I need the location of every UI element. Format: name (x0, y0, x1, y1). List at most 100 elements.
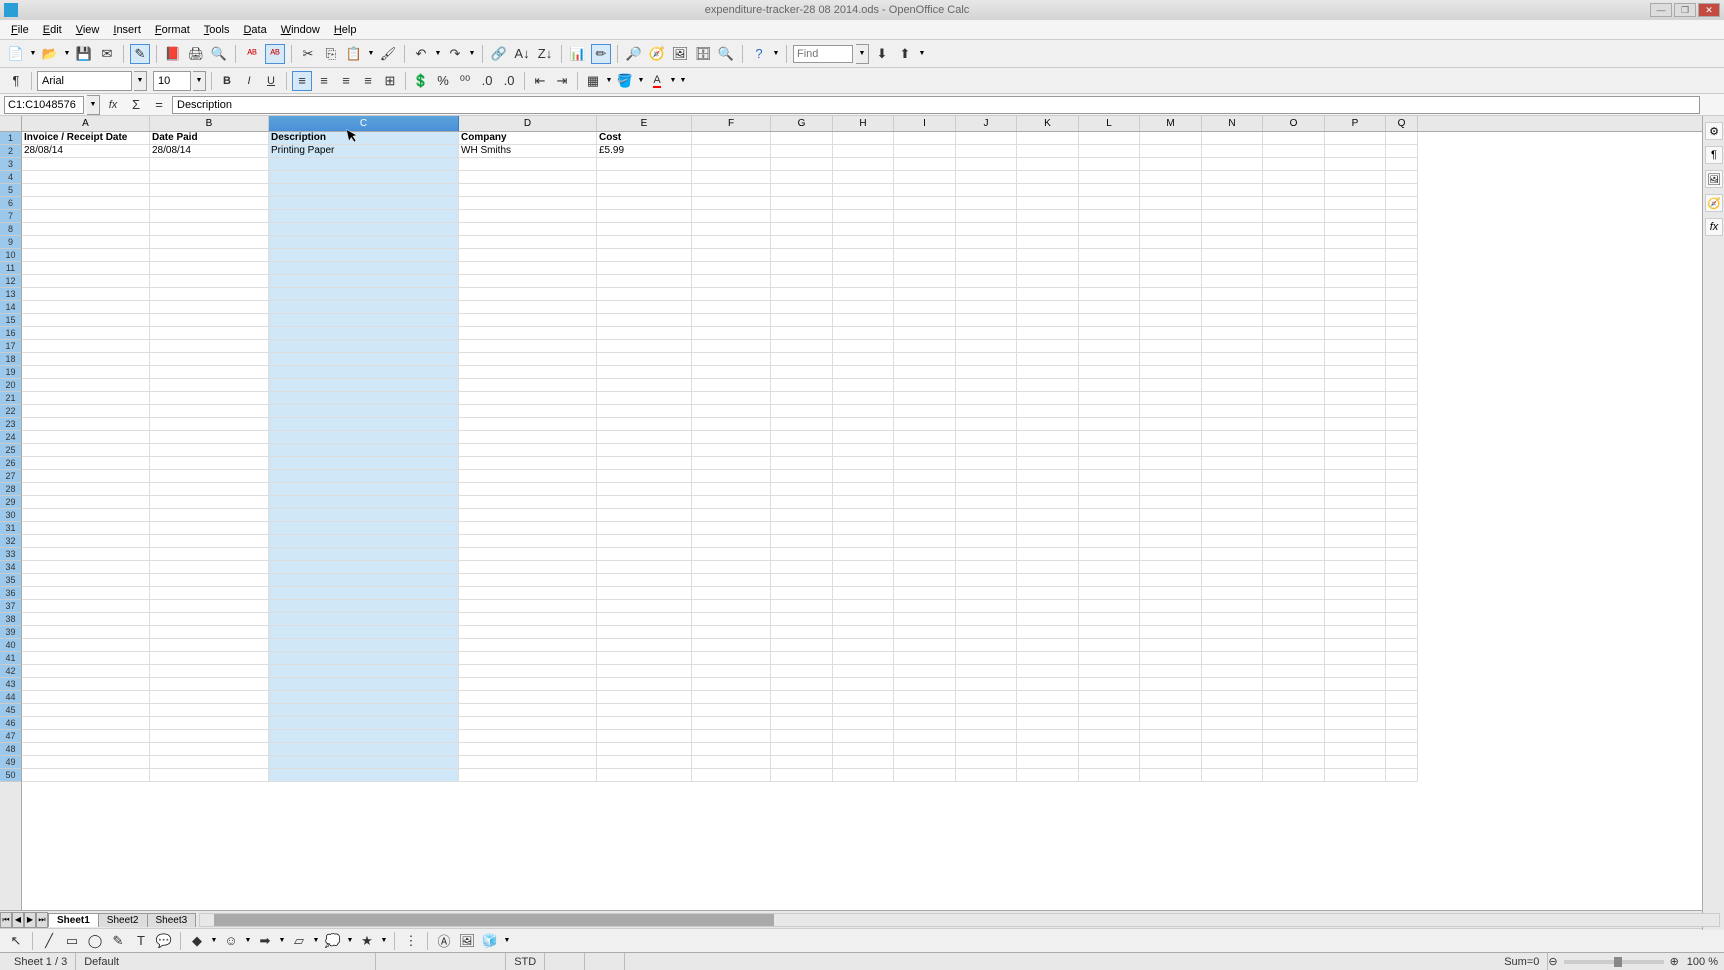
cell[interactable] (22, 717, 150, 730)
sum-indicator[interactable]: Sum=0 (1496, 953, 1548, 970)
cell[interactable] (1202, 587, 1263, 600)
cell[interactable] (1263, 210, 1325, 223)
cell[interactable] (833, 145, 894, 158)
cell[interactable] (1017, 496, 1079, 509)
cell[interactable] (894, 301, 956, 314)
block-arrows-button[interactable]: ➡ (255, 931, 275, 951)
cell[interactable] (269, 665, 459, 678)
cell[interactable] (1202, 327, 1263, 340)
cell[interactable] (1017, 366, 1079, 379)
cell[interactable] (1386, 535, 1418, 548)
row-header[interactable]: 23 (0, 418, 21, 431)
cell[interactable] (1079, 613, 1140, 626)
sidebar-styles-icon[interactable]: ¶ (1705, 146, 1723, 164)
cell[interactable] (1386, 262, 1418, 275)
row-header[interactable]: 44 (0, 691, 21, 704)
cell[interactable] (150, 288, 269, 301)
cell[interactable] (269, 691, 459, 704)
data-sources-button[interactable]: 🗄 (693, 44, 713, 64)
cell[interactable] (1017, 392, 1079, 405)
cell[interactable] (150, 522, 269, 535)
cell[interactable] (269, 743, 459, 756)
cell[interactable] (833, 262, 894, 275)
cell[interactable] (597, 665, 692, 678)
cell[interactable] (22, 678, 150, 691)
cell[interactable] (692, 587, 771, 600)
cell[interactable] (597, 275, 692, 288)
cell[interactable] (956, 184, 1017, 197)
row-header[interactable]: 16 (0, 327, 21, 340)
cell[interactable] (894, 236, 956, 249)
cell[interactable] (833, 158, 894, 171)
cell[interactable] (1386, 756, 1418, 769)
cell[interactable] (1325, 496, 1386, 509)
cell[interactable] (1386, 132, 1418, 145)
cell[interactable] (894, 665, 956, 678)
cell[interactable] (1263, 444, 1325, 457)
cell[interactable] (150, 496, 269, 509)
cell[interactable] (771, 574, 833, 587)
cell[interactable] (692, 600, 771, 613)
cell[interactable] (22, 249, 150, 262)
cell[interactable] (1386, 223, 1418, 236)
cell[interactable] (269, 158, 459, 171)
cell[interactable] (1263, 431, 1325, 444)
cell[interactable] (459, 730, 597, 743)
cell[interactable] (692, 171, 771, 184)
cell[interactable] (1140, 756, 1202, 769)
cell[interactable] (771, 717, 833, 730)
cell[interactable] (1017, 522, 1079, 535)
cell[interactable] (1202, 652, 1263, 665)
cell[interactable] (1079, 691, 1140, 704)
cell[interactable] (1202, 548, 1263, 561)
cell[interactable] (956, 288, 1017, 301)
save-button[interactable]: 💾 (74, 44, 94, 64)
cell[interactable] (1202, 756, 1263, 769)
cell[interactable] (1140, 587, 1202, 600)
menu-data[interactable]: Data (236, 22, 273, 38)
cell[interactable] (1140, 613, 1202, 626)
cell[interactable] (1140, 184, 1202, 197)
cell[interactable] (1079, 275, 1140, 288)
cell[interactable] (1386, 652, 1418, 665)
chart-button[interactable]: 📊 (568, 44, 588, 64)
cell[interactable] (1202, 509, 1263, 522)
cell[interactable] (833, 353, 894, 366)
cell[interactable] (692, 431, 771, 444)
column-header-P[interactable]: P (1325, 116, 1386, 131)
row-header[interactable]: 29 (0, 496, 21, 509)
row-header[interactable]: 21 (0, 392, 21, 405)
cell[interactable] (150, 301, 269, 314)
auto-spellcheck-button[interactable]: ᴬᴮ (265, 44, 285, 64)
cell[interactable] (833, 639, 894, 652)
cell[interactable] (1263, 535, 1325, 548)
cell[interactable] (1202, 249, 1263, 262)
cell[interactable] (597, 288, 692, 301)
cell[interactable] (1140, 210, 1202, 223)
cell[interactable] (1325, 158, 1386, 171)
cell[interactable] (1017, 340, 1079, 353)
cell[interactable] (597, 236, 692, 249)
cell[interactable] (1386, 366, 1418, 379)
cell[interactable] (22, 444, 150, 457)
cell[interactable] (956, 236, 1017, 249)
cell[interactable] (771, 210, 833, 223)
cell[interactable] (269, 717, 459, 730)
cell[interactable] (1325, 353, 1386, 366)
cell[interactable] (1017, 379, 1079, 392)
hyperlink-button[interactable]: 🔗 (489, 44, 509, 64)
cell[interactable] (894, 210, 956, 223)
cell[interactable] (597, 379, 692, 392)
borders-button[interactable]: ▦ (583, 71, 603, 91)
cell[interactable] (1079, 600, 1140, 613)
cell[interactable] (956, 522, 1017, 535)
cell[interactable] (269, 327, 459, 340)
cell[interactable] (1386, 210, 1418, 223)
row-header[interactable]: 31 (0, 522, 21, 535)
cell[interactable] (1263, 288, 1325, 301)
cell[interactable] (1202, 184, 1263, 197)
cell[interactable] (22, 548, 150, 561)
cell[interactable] (459, 496, 597, 509)
cell[interactable] (1140, 327, 1202, 340)
cell[interactable] (1017, 210, 1079, 223)
